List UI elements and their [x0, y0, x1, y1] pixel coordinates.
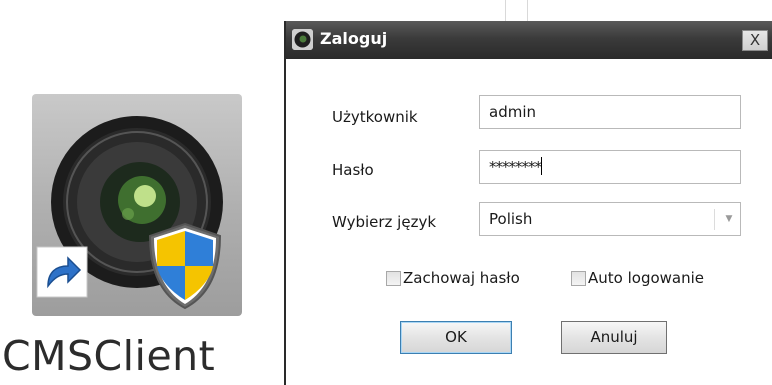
desktop-shortcut-cmsclient[interactable]: CMSClient: [0, 60, 285, 385]
save-password-checkbox-box[interactable]: [386, 270, 401, 286]
dialog-title: Zaloguj: [320, 29, 388, 48]
password-label: Hasło: [332, 161, 374, 179]
save-password-checkbox[interactable]: Zachowaj hasło: [386, 268, 520, 288]
ok-button[interactable]: OK: [400, 321, 512, 354]
close-button[interactable]: X: [742, 30, 768, 51]
close-icon: X: [749, 31, 761, 49]
login-dialog: Zaloguj X Użytkownik admin Hasło *******…: [284, 21, 772, 385]
screen: CMSClient Zaloguj X Użytkownik admin Has…: [0, 0, 772, 385]
shortcut-arrow-icon: [36, 246, 88, 298]
background-divider: [505, 0, 506, 21]
background-divider: [527, 0, 528, 21]
desktop-icon-label: CMSClient: [2, 332, 216, 380]
language-select[interactable]: Polish ▼: [479, 202, 741, 236]
username-input[interactable]: admin: [479, 95, 741, 129]
shield-icon: [148, 222, 222, 310]
auto-login-label: Auto logowanie: [588, 269, 705, 287]
text-caret: [541, 157, 542, 175]
app-title-icon: [292, 29, 313, 50]
language-label: Wybierz język: [332, 213, 437, 231]
username-label: Użytkownik: [332, 108, 418, 126]
password-value: ********: [489, 158, 542, 176]
auto-login-checkbox-box[interactable]: [571, 270, 586, 286]
password-input[interactable]: ********: [479, 150, 741, 184]
auto-login-checkbox[interactable]: Auto logowanie: [571, 268, 704, 288]
username-value: admin: [489, 103, 536, 121]
dialog-titlebar[interactable]: Zaloguj X: [286, 21, 772, 59]
cancel-button[interactable]: Anuluj: [561, 321, 667, 354]
select-divider: [714, 209, 715, 230]
language-selected-value: Polish: [489, 210, 533, 228]
chevron-down-icon[interactable]: ▼: [718, 203, 740, 235]
save-password-label: Zachowaj hasło: [403, 269, 520, 287]
